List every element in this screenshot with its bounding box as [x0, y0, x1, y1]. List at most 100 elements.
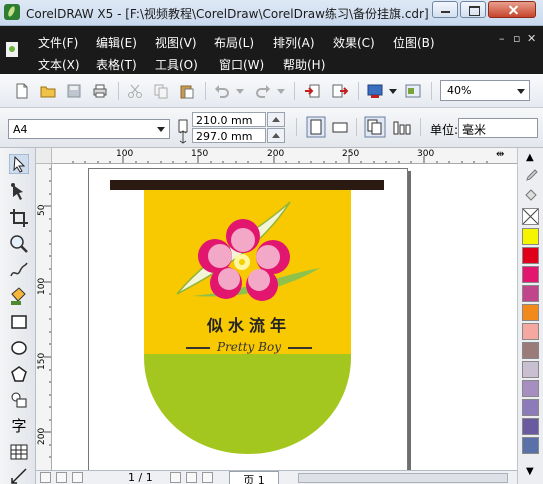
- all-pages-layout-icon[interactable]: [364, 116, 386, 138]
- menu-edit[interactable]: 编辑(E): [96, 34, 137, 51]
- freehand-tool-icon[interactable]: [9, 260, 29, 280]
- no-color-swatch[interactable]: [522, 208, 539, 225]
- add-page-after-icon[interactable]: [202, 472, 213, 483]
- color-swatch[interactable]: [522, 304, 539, 321]
- paint-bucket-icon[interactable]: [523, 188, 539, 204]
- menu-tools[interactable]: 工具(O): [155, 56, 198, 73]
- table-tool-icon[interactable]: [9, 442, 29, 462]
- color-swatch[interactable]: [522, 380, 539, 397]
- units-select[interactable]: 毫米: [458, 118, 538, 138]
- color-swatch[interactable]: [522, 418, 539, 435]
- menu-view[interactable]: 视图(V): [155, 34, 197, 51]
- color-swatch[interactable]: [522, 228, 539, 245]
- portrait-orientation-icon[interactable]: [306, 116, 326, 138]
- eyedropper-icon[interactable]: [523, 168, 539, 184]
- redo-icon[interactable]: [255, 83, 271, 99]
- page-height-spinner[interactable]: [267, 128, 285, 143]
- color-swatch[interactable]: [522, 399, 539, 416]
- previous-page-icon[interactable]: [72, 472, 83, 483]
- horizontal-ruler[interactable]: 100 150 200 250 300 ⇹: [52, 148, 517, 164]
- doc-minimize-icon[interactable]: –: [499, 32, 505, 45]
- page-height-input[interactable]: 297.0 mm: [192, 128, 266, 143]
- palette-scroll-down-icon[interactable]: ▼: [526, 466, 534, 477]
- color-swatch[interactable]: [522, 247, 539, 264]
- banner-title: 似水流年: [206, 316, 291, 335]
- minimize-button[interactable]: [432, 1, 458, 18]
- current-page-layout-icon[interactable]: [391, 116, 413, 138]
- menu-effects[interactable]: 效果(C): [333, 34, 375, 51]
- cut-icon[interactable]: [127, 83, 143, 99]
- save-icon[interactable]: [66, 83, 82, 99]
- ruler-top-label: 300: [417, 149, 435, 159]
- last-page-icon[interactable]: [186, 472, 197, 483]
- coreldraw-app-icon[interactable]: [4, 4, 20, 20]
- landscape-orientation-icon[interactable]: [330, 116, 350, 138]
- text-tool-icon[interactable]: 字: [9, 415, 29, 435]
- banner-subtitle: Pretty Boy: [216, 340, 281, 354]
- ellipse-tool-icon[interactable]: [9, 338, 29, 358]
- page-width-input[interactable]: 210.0 mm: [192, 112, 266, 127]
- drawing-canvas[interactable]: 似水流年 Pretty Boy: [52, 164, 517, 470]
- palette-scroll-up-icon[interactable]: ▲: [526, 152, 534, 163]
- zoom-level-select[interactable]: 40%: [440, 80, 530, 101]
- color-swatch[interactable]: [522, 437, 539, 454]
- add-page-icon[interactable]: [40, 472, 51, 483]
- page-tab-1[interactable]: 页 1: [229, 471, 279, 484]
- first-page-icon[interactable]: [56, 472, 67, 483]
- units-label: 单位:: [430, 123, 459, 137]
- menu-bitmaps[interactable]: 位图(B): [393, 34, 435, 51]
- color-swatch[interactable]: [522, 266, 539, 283]
- undo-icon[interactable]: [214, 83, 230, 99]
- ruler-left-label: 100: [37, 277, 47, 295]
- paper-type-select[interactable]: A4: [8, 119, 170, 139]
- copy-icon[interactable]: [153, 83, 169, 99]
- smart-fill-tool-icon[interactable]: [9, 286, 29, 306]
- application-launcher-icon[interactable]: [367, 83, 383, 99]
- color-swatch[interactable]: [522, 342, 539, 359]
- menu-layout[interactable]: 布局(L): [214, 34, 254, 51]
- export-icon[interactable]: [332, 83, 348, 99]
- close-button[interactable]: [488, 1, 536, 18]
- banner-artwork[interactable]: 似水流年 Pretty Boy: [52, 164, 517, 470]
- ruler-left-label: 50: [37, 204, 47, 216]
- import-icon[interactable]: [304, 83, 320, 99]
- menu-help[interactable]: 帮助(H): [283, 56, 325, 73]
- new-document-icon[interactable]: [14, 83, 30, 99]
- document-icon[interactable]: [6, 42, 18, 57]
- color-swatch[interactable]: [522, 323, 539, 340]
- menu-file[interactable]: 文件(F): [38, 34, 78, 51]
- window-title: CorelDRAW X5 - [F:\视频教程\CorelDraw\CorelD…: [26, 7, 429, 21]
- polygon-tool-icon[interactable]: [9, 364, 29, 384]
- banner-rod: [110, 180, 384, 190]
- ruler-left-label: 200: [37, 427, 47, 445]
- horizontal-scrollbar[interactable]: [298, 473, 508, 483]
- welcome-screen-icon[interactable]: [405, 83, 421, 99]
- rectangle-tool-icon[interactable]: [9, 312, 29, 332]
- paste-icon[interactable]: [179, 83, 195, 99]
- doc-close-icon[interactable]: ✕: [527, 32, 536, 45]
- standard-toolbar: 40%: [0, 74, 543, 108]
- maximize-button[interactable]: [460, 1, 486, 18]
- color-swatch[interactable]: [522, 361, 539, 378]
- next-page-icon[interactable]: [170, 472, 181, 483]
- page-width-spinner[interactable]: [267, 112, 285, 127]
- ruler-top-label: 200: [267, 149, 285, 159]
- zoom-tool-icon[interactable]: [9, 234, 29, 254]
- menu-window[interactable]: 窗口(W): [219, 56, 264, 73]
- open-folder-icon[interactable]: [40, 83, 56, 99]
- doc-restore-icon[interactable]: ▫: [513, 32, 520, 45]
- print-icon[interactable]: [92, 83, 108, 99]
- toolbox: 字: [0, 148, 36, 484]
- menu-text[interactable]: 文本(X): [38, 56, 80, 73]
- ruler-origin[interactable]: [36, 148, 52, 164]
- dimension-tool-icon[interactable]: [9, 466, 29, 484]
- page-navigation-bar: 1 / 1 页 1: [36, 470, 517, 484]
- basic-shapes-tool-icon[interactable]: [9, 390, 29, 410]
- color-swatch[interactable]: [522, 285, 539, 302]
- crop-tool-icon[interactable]: [9, 208, 29, 228]
- menu-table[interactable]: 表格(T): [96, 56, 137, 73]
- pick-tool-icon[interactable]: [9, 154, 29, 174]
- vertical-ruler[interactable]: 50 100 150 200: [36, 164, 52, 470]
- shape-tool-icon[interactable]: [9, 182, 29, 202]
- menu-arrange[interactable]: 排列(A): [273, 34, 315, 51]
